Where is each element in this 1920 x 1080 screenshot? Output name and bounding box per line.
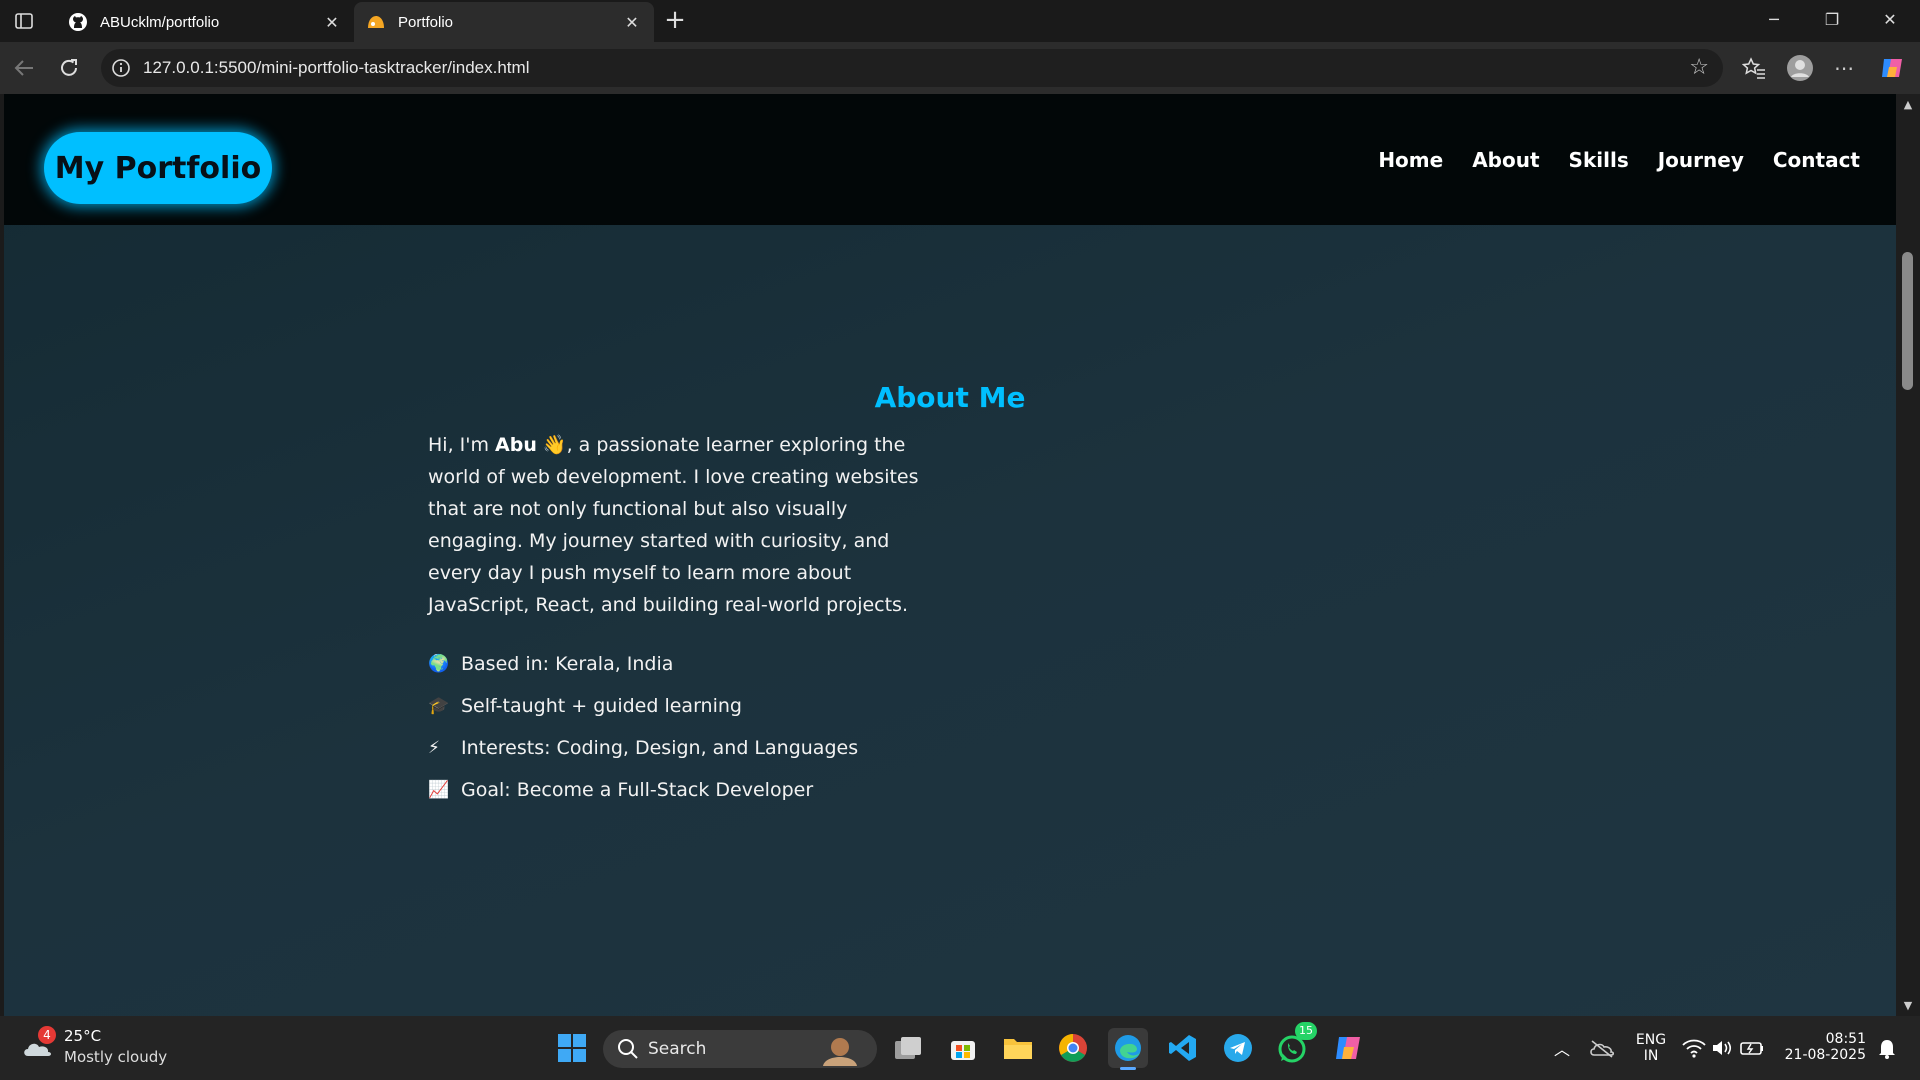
wave-emoji: 👋 — [536, 434, 567, 456]
copilot-app-icon[interactable] — [1328, 1028, 1368, 1068]
fact-text: Interests: Coding, Design, and Languages — [461, 737, 859, 759]
clock[interactable]: 08:51 21-08-2025 — [1782, 1031, 1866, 1063]
fact-item-interests: ⚡ Interests: Coding, Design, and Language… — [428, 727, 858, 769]
page-viewport: My Portfolio Home About Skills Journey C… — [4, 94, 1896, 1016]
about-paragraph: Hi, I'm Abu 👋, a passionate learner expl… — [428, 429, 933, 621]
region-code: IN — [1643, 1048, 1659, 1064]
fact-item-learning: 🎓 Self-taught + guided learning — [428, 685, 858, 727]
new-tab-button[interactable]: + — [660, 6, 690, 36]
refresh-icon[interactable] — [53, 52, 85, 84]
close-window-button[interactable]: ✕ — [1861, 0, 1919, 42]
tab-title: Portfolio — [398, 13, 454, 31]
portfolio-favicon-icon — [366, 12, 386, 32]
tab-title: ABUcklm/portfolio — [100, 13, 220, 31]
nav-contact-link[interactable]: Contact — [1773, 148, 1860, 172]
author-name: Abu — [495, 434, 537, 456]
profile-avatar-icon[interactable] — [1784, 52, 1816, 84]
scroll-up-icon[interactable]: ▲ — [1902, 98, 1914, 111]
active-app-indicator — [1120, 1067, 1136, 1070]
scroll-down-icon[interactable]: ▼ — [1902, 999, 1914, 1012]
chrome-icon[interactable] — [1053, 1028, 1093, 1068]
intro-pre: Hi, I'm — [428, 434, 496, 456]
portfolio-logo[interactable]: My Portfolio — [44, 132, 272, 204]
system-status-icons[interactable] — [1676, 1028, 1770, 1068]
tab-portfolio[interactable]: Portfolio ✕ — [354, 2, 654, 42]
onedrive-off-icon[interactable] — [1582, 1028, 1622, 1068]
fact-item-goal: 📈 Goal: Become a Full-Stack Developer — [428, 769, 858, 811]
back-arrow-icon[interactable] — [8, 52, 40, 84]
temperature: 25°C — [64, 1027, 102, 1045]
minimize-button[interactable]: ─ — [1745, 0, 1803, 42]
weather-badge: 4 — [38, 1026, 56, 1044]
taskbar-search[interactable]: Search — [603, 1030, 877, 1068]
tab-close-icon[interactable]: ✕ — [622, 13, 642, 32]
tab-strip: ABUcklm/portfolio ✕ Portfolio ✕ + ─ ❐ ✕ — [0, 0, 1920, 42]
chart-increasing-icon: 📈 — [428, 780, 450, 800]
search-icon — [617, 1038, 639, 1064]
nav-journey-link[interactable]: Journey — [1658, 148, 1744, 172]
nav-skills-link[interactable]: Skills — [1569, 148, 1629, 172]
microsoft-store-icon[interactable] — [943, 1028, 983, 1068]
github-icon — [68, 12, 88, 32]
fact-text: Self-taught + guided learning — [461, 695, 742, 717]
scrollbar-thumb[interactable] — [1902, 252, 1913, 390]
fact-text: Goal: Become a Full-Stack Developer — [461, 779, 814, 801]
nav-about-link[interactable]: About — [1472, 148, 1539, 172]
copilot-icon[interactable] — [1876, 52, 1908, 84]
language-code: ENG — [1635, 1032, 1667, 1048]
tab-actions-icon[interactable] — [10, 8, 38, 34]
about-heading: About Me — [874, 381, 1026, 415]
weather-condition: Mostly cloudy — [64, 1048, 168, 1066]
tab-close-icon[interactable]: ✕ — [322, 13, 342, 32]
favorite-star-icon[interactable]: ☆ — [1689, 55, 1709, 80]
fact-item-location: 🌍 Based in: Kerala, India — [428, 643, 858, 685]
task-view-icon[interactable] — [888, 1028, 928, 1068]
language-indicator[interactable]: ENG IN — [1628, 1032, 1674, 1064]
url-text: 127.0.0.1:5500/mini-portfolio-tasktracke… — [143, 58, 530, 77]
vscode-icon[interactable] — [1163, 1028, 1203, 1068]
address-bar[interactable]: 127.0.0.1:5500/mini-portfolio-tasktracke… — [101, 49, 1723, 87]
browser-toolbar: 127.0.0.1:5500/mini-portfolio-tasktracke… — [0, 42, 1920, 94]
restore-button[interactable]: ❐ — [1803, 0, 1861, 42]
edge-icon[interactable] — [1108, 1028, 1148, 1070]
globe-icon: 🌍 — [428, 654, 450, 674]
lightning-icon: ⚡ — [428, 738, 440, 758]
intro-post: , a passionate learner exploring the wor… — [428, 434, 919, 616]
file-explorer-icon[interactable] — [998, 1028, 1038, 1068]
tab-github[interactable]: ABUcklm/portfolio ✕ — [56, 2, 354, 42]
facts-list: 🌍 Based in: Kerala, India 🎓 Self-taught + … — [428, 643, 858, 811]
whatsapp-badge: 15 — [1295, 1022, 1317, 1040]
clock-date: 21-08-2025 — [1784, 1047, 1866, 1063]
taskbar: 4 25°C Mostly cloudy Search 15 ︿ ENG IN … — [0, 1016, 1920, 1080]
search-highlight-icon — [815, 1032, 865, 1070]
weather-widget[interactable]: 4 25°C Mostly cloudy — [18, 1026, 198, 1070]
site-nav: Home About Skills Journey Contact — [1378, 148, 1860, 172]
telegram-icon[interactable] — [1218, 1028, 1258, 1068]
notification-bell-icon[interactable] — [1870, 1028, 1904, 1068]
page-scrollbar[interactable]: ▲ ▼ — [1896, 94, 1920, 1016]
fact-text: Based in: Kerala, India — [461, 653, 674, 675]
whatsapp-icon[interactable]: 15 — [1273, 1022, 1317, 1068]
site-info-icon[interactable] — [111, 58, 131, 78]
graduation-cap-icon: 🎓 — [428, 696, 450, 716]
site-header: My Portfolio Home About Skills Journey C… — [4, 94, 1896, 225]
clock-time: 08:51 — [1825, 1031, 1866, 1047]
nav-home-link[interactable]: Home — [1378, 148, 1443, 172]
more-options-icon[interactable]: ⋯ — [1828, 52, 1860, 84]
windows-start-icon[interactable] — [552, 1028, 592, 1068]
favorites-list-icon[interactable] — [1738, 52, 1770, 84]
search-label: Search — [648, 1039, 707, 1059]
chevron-up-icon[interactable]: ︿ — [1552, 1036, 1572, 1060]
